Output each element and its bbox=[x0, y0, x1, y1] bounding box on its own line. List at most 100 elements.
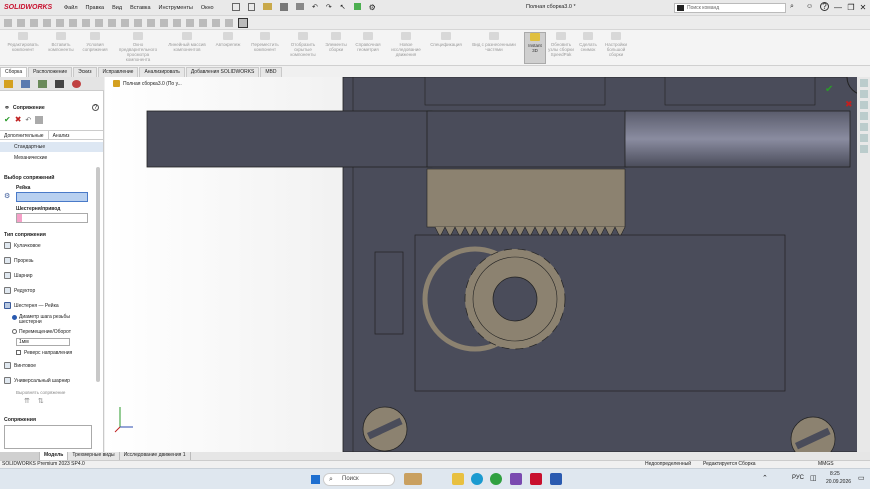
mate-type-gear[interactable]: Редуктор bbox=[4, 287, 35, 294]
assembly-features-button[interactable]: Элементы сборки bbox=[322, 32, 350, 52]
tab-model[interactable]: Модель bbox=[40, 452, 69, 460]
menu-file[interactable]: Файл bbox=[64, 5, 78, 11]
tray-chevron-icon[interactable]: ⌃ bbox=[762, 474, 768, 482]
help-icon[interactable]: ? bbox=[820, 2, 829, 11]
toolbar-icon[interactable] bbox=[160, 19, 168, 27]
tab-addins[interactable]: Добавления SOLIDWORKS bbox=[185, 67, 260, 77]
rack-selection-box[interactable] bbox=[16, 192, 88, 202]
mates-section-title[interactable]: Сопряжения bbox=[0, 417, 36, 423]
component-preview-button[interactable]: Окно предварительного просмотра компонен… bbox=[114, 32, 162, 62]
toolbar-icon[interactable] bbox=[43, 19, 51, 27]
exploded-view-button[interactable]: Вид с разнесенными частями bbox=[468, 32, 520, 52]
solidworks-logo[interactable]: SOLIDWORKS bbox=[0, 4, 60, 11]
appearances-icon[interactable] bbox=[859, 134, 868, 142]
home-icon[interactable] bbox=[859, 79, 868, 87]
new-file-icon[interactable] bbox=[248, 3, 255, 11]
save-icon[interactable] bbox=[280, 3, 288, 11]
mate-type-screw[interactable]: Винтовое bbox=[4, 362, 36, 369]
move-component-button[interactable]: Переместить компонент bbox=[246, 32, 284, 52]
close-button[interactable]: ✕ bbox=[857, 3, 869, 12]
mate-button[interactable]: Условия сопряжения bbox=[78, 32, 112, 52]
cancel-button[interactable]: ✖ bbox=[15, 115, 22, 124]
date-label[interactable]: 20.09.2026 bbox=[826, 479, 851, 485]
app-icon[interactable] bbox=[510, 473, 522, 485]
tab-motion-study[interactable]: Исследование движения 1 bbox=[120, 452, 191, 460]
property-manager-icon[interactable] bbox=[21, 80, 30, 88]
display-manager-icon[interactable] bbox=[72, 80, 81, 88]
mate-type-section-title[interactable]: Тип сопряжения bbox=[0, 232, 46, 238]
word-icon[interactable] bbox=[550, 473, 562, 485]
show-hidden-button[interactable]: Отобразить скрытые компоненты bbox=[286, 32, 320, 57]
view-palette-icon[interactable] bbox=[859, 123, 868, 131]
value-input[interactable]: 1мм bbox=[16, 338, 70, 346]
user-icon[interactable]: ☺ bbox=[806, 3, 813, 10]
toolbar-icon[interactable] bbox=[30, 19, 38, 27]
home-icon[interactable] bbox=[232, 3, 240, 11]
solidworks-taskbar-icon[interactable] bbox=[530, 473, 542, 485]
toolbar-icon[interactable] bbox=[212, 19, 220, 27]
tab-advanced[interactable]: Дополнительные bbox=[0, 131, 49, 139]
feature-tree-icon[interactable] bbox=[4, 80, 13, 88]
mate-type-rack-pinion[interactable]: Шестерня — Рейка bbox=[4, 302, 59, 309]
print-icon[interactable] bbox=[296, 3, 304, 10]
taskview-icon[interactable] bbox=[404, 473, 422, 485]
minimize-button[interactable]: — bbox=[832, 3, 844, 12]
toolbar-icon[interactable] bbox=[17, 19, 25, 27]
time-label[interactable]: 8:25 bbox=[830, 471, 840, 477]
bom-button[interactable]: Спецификация bbox=[426, 32, 466, 47]
custom-properties-icon[interactable] bbox=[859, 145, 868, 153]
notification-icon[interactable]: ▭ bbox=[858, 474, 865, 482]
command-search-input[interactable]: Поиск команд bbox=[674, 3, 786, 13]
redo-icon[interactable]: ↷ bbox=[326, 3, 332, 12]
search-icon[interactable]: ⌕ bbox=[790, 3, 794, 11]
linear-pattern-button[interactable]: Линейный массив компонентов bbox=[164, 32, 210, 52]
gear-selection-box[interactable] bbox=[16, 213, 88, 223]
units-selector[interactable]: MMGS bbox=[818, 461, 834, 468]
large-assembly-button[interactable]: Настройки большой сборки bbox=[602, 32, 630, 57]
chrome-icon[interactable] bbox=[490, 473, 502, 485]
configuration-icon[interactable] bbox=[38, 80, 47, 88]
language-indicator[interactable]: РУС bbox=[792, 475, 804, 481]
menu-window[interactable]: Окно bbox=[201, 5, 214, 11]
anti-aligned-icon[interactable]: ⇅ bbox=[38, 397, 44, 405]
toolbar-icon[interactable] bbox=[225, 19, 233, 27]
menu-edit[interactable]: Правка bbox=[86, 5, 105, 11]
toolbar-icon[interactable] bbox=[186, 19, 194, 27]
tab-evaluate[interactable]: Анализировать bbox=[139, 67, 185, 77]
tab-standard[interactable]: Стандартные bbox=[0, 142, 103, 152]
menu-insert[interactable]: Вставка bbox=[130, 5, 150, 11]
reference-geometry-button[interactable]: Справочная геометрия bbox=[352, 32, 384, 52]
edit-component-button[interactable]: Редактировать компонент bbox=[2, 32, 44, 52]
toolbar-icon[interactable] bbox=[134, 19, 142, 27]
undo-icon[interactable]: ↶ bbox=[25, 116, 31, 124]
new-motion-study-button[interactable]: Новое исследование движения bbox=[388, 32, 424, 57]
toolbar-icon[interactable] bbox=[173, 19, 181, 27]
tab-assembly[interactable]: Сборка bbox=[0, 67, 28, 77]
network-icon[interactable]: ◫ bbox=[810, 474, 817, 482]
toolbar-icon[interactable] bbox=[238, 18, 248, 28]
menu-tools[interactable]: Инструменты bbox=[159, 5, 193, 11]
mate-type-cam[interactable]: Кулачковое bbox=[4, 242, 41, 249]
mates-list[interactable] bbox=[4, 425, 92, 449]
mate-type-hinge[interactable]: Шарнир bbox=[4, 272, 32, 279]
aligned-icon[interactable]: ⇈ bbox=[24, 397, 30, 405]
update-speedpak-button[interactable]: Обновить узлы сборки SpeedPak bbox=[548, 32, 574, 57]
file-explorer-icon[interactable] bbox=[859, 112, 868, 120]
undo-icon[interactable]: ↶ bbox=[312, 3, 318, 12]
resources-icon[interactable] bbox=[859, 90, 868, 98]
toolbar-icon[interactable] bbox=[82, 19, 90, 27]
smart-fasteners-button[interactable]: Автокрепеж bbox=[212, 32, 244, 47]
toolbar-icon[interactable] bbox=[95, 19, 103, 27]
toolbar-icon[interactable] bbox=[56, 19, 64, 27]
reverse-checkbox[interactable]: Реверс направления bbox=[16, 350, 72, 356]
insert-components-button[interactable]: Вставить компоненты bbox=[46, 32, 76, 52]
toolbar-icon[interactable] bbox=[147, 19, 155, 27]
toolbar-icon[interactable] bbox=[121, 19, 129, 27]
option-travel[interactable]: Перемещение/Оборот bbox=[12, 329, 71, 335]
graphics-area[interactable]: Полная сборка3.0 (По у... ✔ ✖ bbox=[105, 77, 870, 452]
tab-scroll-arrows[interactable] bbox=[0, 452, 40, 460]
tab-mbd[interactable]: MBD bbox=[260, 67, 282, 77]
design-library-icon[interactable] bbox=[859, 101, 868, 109]
file-explorer-icon[interactable] bbox=[452, 473, 464, 485]
option-diameter[interactable]: Диаметр шага резьбы шестерни bbox=[12, 315, 89, 325]
